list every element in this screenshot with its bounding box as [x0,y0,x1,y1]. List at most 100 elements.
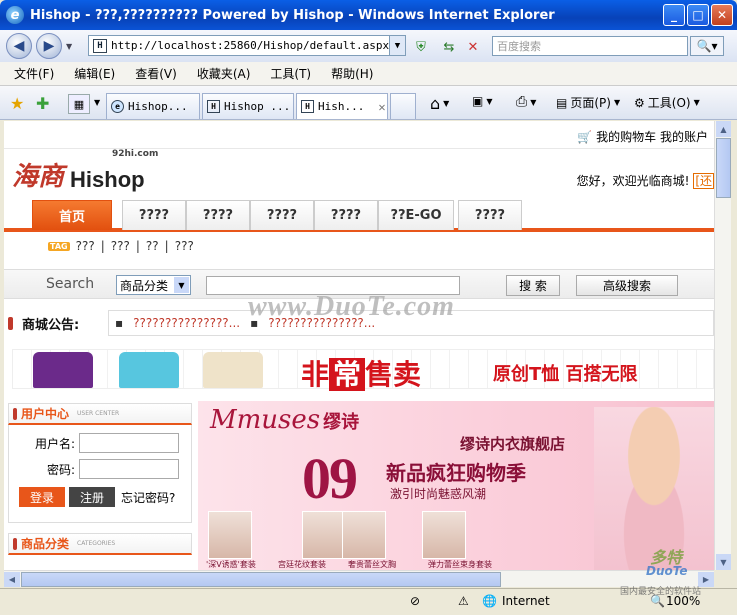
security-icon[interactable]: ⚠ [458,594,469,608]
promo-headline: 新品疯狂购物季 [386,461,526,485]
cart-link[interactable]: 我的购物车 [596,130,656,144]
product-photo[interactable] [302,511,346,559]
menu-help[interactable]: 帮助(H) [331,65,373,82]
tag-link[interactable]: ??? [76,239,95,253]
tshirt-banner[interactable]: 非常售卖 原创T恤 百搭无限 [12,349,714,391]
forward-button[interactable]: ▶ [36,33,62,59]
favorites-star-icon[interactable]: ★ [10,94,24,113]
tab-list-dropdown-icon[interactable]: ▼ [94,98,100,107]
register-button[interactable]: 注册 [69,487,115,507]
menu-view[interactable]: 查看(V) [135,65,177,82]
product-photo[interactable] [208,511,252,559]
watermark-sub: 国内最安全的软件站 [620,587,702,597]
welcome-link-partial[interactable]: [还 [693,173,714,189]
user-center-header: 用户中心 USER CENTER [8,403,192,425]
product-caption: 奢贵蕾丝文胸 [348,560,396,569]
section-marker [13,407,17,420]
tools-menu[interactable]: ⚙ 工具(O) ▼ [634,94,700,111]
history-dropdown-icon[interactable]: ▼ [66,42,72,51]
top-links: 🛒 我的购物车 我的账户 [4,121,714,149]
cart-icon: 🛒 [577,130,593,144]
address-url: http://localhost:25860/Hishop/default.as… [111,39,390,52]
tag-icon: TAG [48,241,70,251]
account-link[interactable]: 我的账户 [660,130,708,144]
page-icon: ▤ [556,95,568,110]
nav-home[interactable]: 首页 [32,200,112,230]
scroll-up-icon[interactable]: ▲ [716,121,731,137]
web-search-input[interactable]: 百度搜索 [492,36,688,56]
quick-tabs-icon[interactable]: ▦ [68,94,90,114]
address-dropdown-icon[interactable]: ▼ [389,36,405,55]
notice-item[interactable]: ???????????????... [133,316,240,330]
minimize-button[interactable]: _ [663,4,685,26]
tab-2[interactable]: H Hishop ... [202,93,294,119]
close-button[interactable]: ✕ [711,4,733,26]
category-select[interactable]: 商品分类 ▼ [116,275,191,295]
banner-subtitle: 原创T恤 百搭无限 [493,364,638,385]
product-photo[interactable] [422,511,466,559]
home-button[interactable]: ⌂ ▼ [430,94,449,113]
product-photo[interactable] [342,511,386,559]
nav-item-3[interactable]: ???? [186,200,250,230]
menu-favorites[interactable]: 收藏夹(A) [197,65,251,82]
site-logo[interactable]: 海商 Hishop 92hi.com [12,149,158,193]
scroll-left-icon[interactable]: ◀ [4,572,20,587]
feeds-button[interactable]: ▣ ▼ [472,94,493,108]
tab-close-icon[interactable]: ✕ [378,100,385,114]
promo-brand: Mmuses 缪诗 [210,405,360,435]
refresh-icon[interactable]: ⇆ [438,37,460,57]
horizontal-scrollbar[interactable]: ◀ ▶ [4,570,714,587]
tag-link[interactable]: ??? [111,239,130,253]
menu-tools[interactable]: 工具(T) [270,65,311,82]
page-menu-label: 页面(P) [570,96,611,110]
nav-item-ego[interactable]: ??E-GO [378,200,454,230]
vertical-scroll-thumb[interactable] [716,138,731,198]
tag-link[interactable]: ?? [146,239,159,253]
menu-edit[interactable]: 编辑(E) [74,65,115,82]
promo-store: 缪诗内衣旗舰店 [460,435,566,453]
login-button[interactable]: 登录 [19,487,65,507]
ie-tab-icon: e [111,100,124,113]
search-label: Search [46,276,95,292]
compat-shield-icon[interactable]: ⛨ [410,37,432,57]
tab-3-active[interactable]: H Hish... ✕ [296,93,388,119]
maximize-button[interactable]: □ [687,4,709,26]
tshirt-image [203,352,263,388]
product-thumbnails: '深V诱惑'套装 宫廷花纹套装 奢贵蕾丝文胸 弹力蕾丝束身套装 [198,511,598,570]
username-input[interactable] [79,433,179,453]
categories-header: 商品分类 CATEGORIES [8,533,192,555]
password-input[interactable] [79,459,179,479]
advanced-search-button[interactable]: 高级搜索 [576,275,678,296]
tab-1[interactable]: e Hishop... [106,93,200,119]
tab-2-label: Hishop ... [224,100,291,113]
search-button[interactable]: 搜 索 [506,275,560,296]
privacy-icon[interactable]: ⊘ [410,594,420,608]
new-tab-button[interactable] [390,93,416,119]
nav-item-7[interactable]: ???? [458,200,522,230]
menu-file[interactable]: 文件(F) [14,65,54,82]
vertical-scrollbar[interactable]: ▲ ▼ [714,121,731,570]
tab-3-label: Hish... [318,100,365,113]
add-favorites-icon[interactable]: ✚ [36,94,49,113]
nav-item-4[interactable]: ???? [250,200,314,230]
horizontal-scroll-thumb[interactable] [21,572,501,587]
notice-marker [8,317,13,330]
tab-1-label: Hishop... [128,100,188,113]
page-menu[interactable]: ▤ 页面(P) ▼ [556,94,620,111]
chevron-down-icon: ▼ [174,277,189,293]
nav-item-5[interactable]: ???? [314,200,378,230]
address-field[interactable]: H http://localhost:25860/Hishop/default.… [88,35,406,56]
corner-watermark: 多特 DuoTe 国内最安全的软件站 [620,540,730,600]
welcome-message: 您好，欢迎光临商城! [576,174,690,188]
print-button[interactable]: ⎙ ▼ [516,94,536,110]
nav-item-2[interactable]: ???? [122,200,186,230]
web-search-button[interactable]: 🔍▾ [690,36,724,56]
tag-links: TAG ??? | ??? | ?? | ??? [48,239,194,253]
forgot-password-link[interactable]: 忘记密码? [121,489,175,506]
banner-headline: 非常售卖 [301,358,422,391]
back-button[interactable]: ◀ [6,33,32,59]
tag-link[interactable]: ??? [175,239,194,253]
address-toolbar: ◀ ▶ ▼ H http://localhost:25860/Hishop/de… [0,30,737,62]
rss-icon: ▣ [472,94,484,108]
stop-icon[interactable]: ✕ [462,37,484,57]
